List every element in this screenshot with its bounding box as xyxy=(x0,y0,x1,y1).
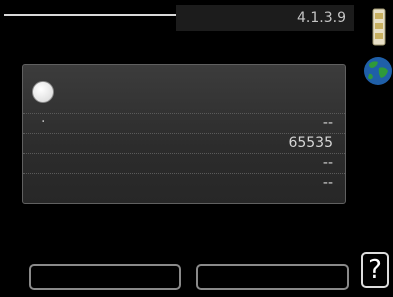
circle-indicator xyxy=(32,81,54,103)
header-divider xyxy=(4,14,176,16)
help-button[interactable]: ? xyxy=(361,252,389,288)
row-1: . -- xyxy=(23,110,345,134)
row-2: 65535 xyxy=(23,134,345,154)
row-1-value: -- xyxy=(322,115,333,131)
left-softkey-button[interactable] xyxy=(29,264,181,290)
device-icon xyxy=(372,8,386,46)
right-softkey-button[interactable] xyxy=(196,264,349,290)
menu-number-bar: 4.1.3.9 xyxy=(176,5,354,31)
row-3: -- xyxy=(23,154,345,174)
info-panel: . -- 65535 -- -- xyxy=(22,64,346,204)
row-2-value: 65535 xyxy=(288,135,333,151)
panel-header xyxy=(23,65,345,114)
globe-icon[interactable] xyxy=(363,56,393,86)
row-3-value: -- xyxy=(322,155,333,171)
row-4-value: -- xyxy=(322,175,333,191)
help-icon: ? xyxy=(368,255,382,285)
row-1-label: . xyxy=(41,110,46,126)
row-4: -- xyxy=(23,174,345,193)
menu-number: 4.1.3.9 xyxy=(297,10,346,26)
